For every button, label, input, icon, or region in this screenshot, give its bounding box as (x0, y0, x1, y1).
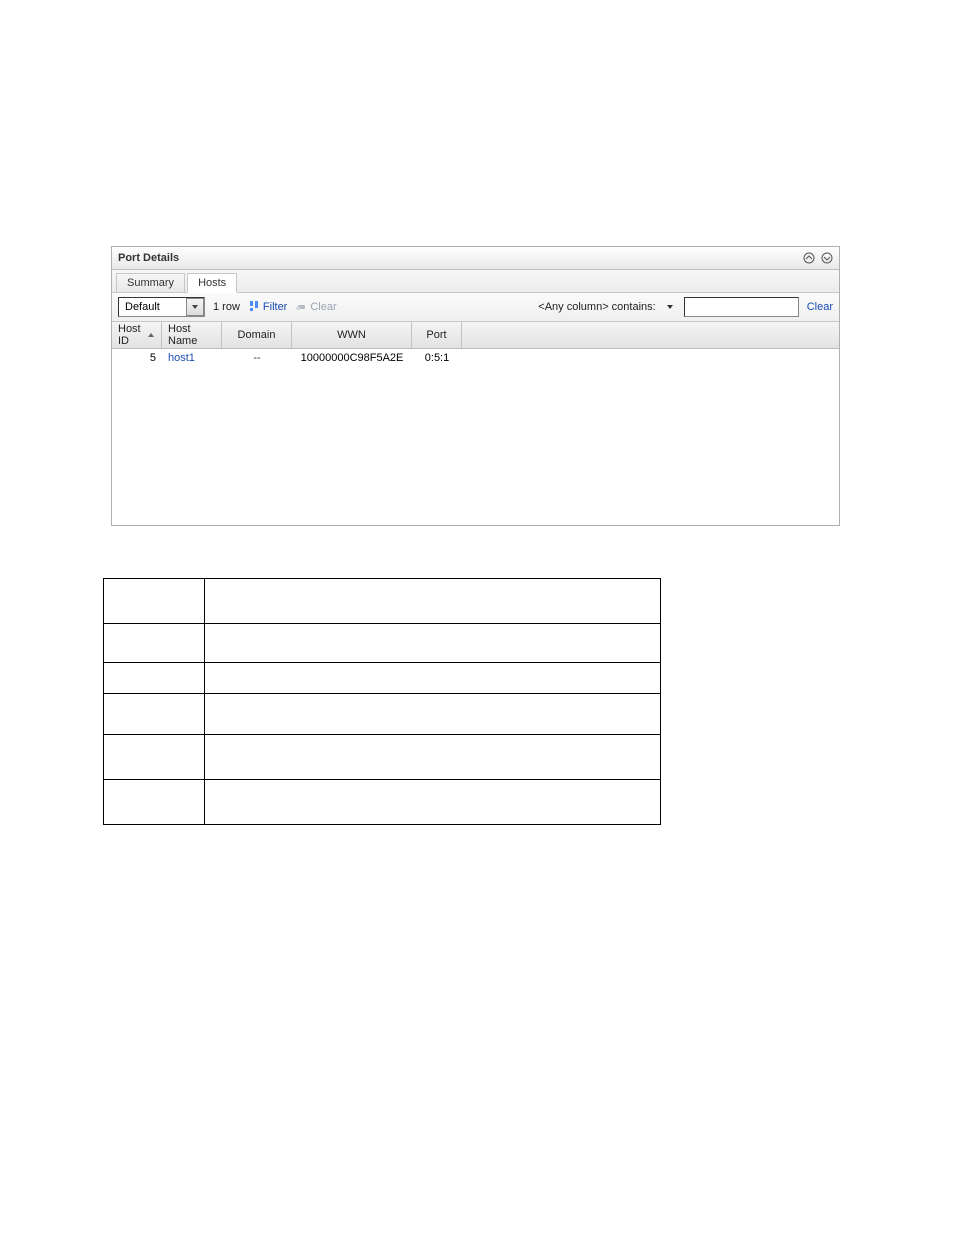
col-host-id[interactable]: Host ID (112, 322, 162, 348)
col-wwn[interactable]: WWN (292, 322, 412, 348)
cell-wwn: 10000000C98F5A2E (292, 351, 412, 365)
clear-filter-button[interactable]: Clear (295, 300, 336, 315)
cell-port: 0:5:1 (412, 351, 462, 365)
description-cell-value (205, 579, 660, 623)
hosts-grid: Host ID Host Name Domain WWN Port 5 host… (112, 322, 839, 368)
search-input[interactable] (684, 297, 799, 317)
col-host-name[interactable]: Host Name (162, 322, 222, 348)
description-cell-key (104, 624, 205, 662)
col-host-name-label: Host Name (168, 323, 215, 347)
table-row[interactable]: 5 host1 -- 10000000C98F5A2E 0:5:1 (112, 349, 839, 368)
description-row (104, 735, 660, 780)
search-column-label: <Any column> contains: (538, 301, 655, 313)
tab-hosts[interactable]: Hosts (187, 273, 237, 293)
description-row (104, 780, 660, 824)
filter-icon (248, 300, 260, 315)
view-select[interactable]: Default (118, 297, 205, 317)
description-row (104, 579, 660, 624)
description-cell-value (205, 624, 660, 662)
help-icon[interactable] (821, 252, 833, 264)
description-row (104, 624, 660, 663)
col-filler (462, 322, 839, 348)
cell-domain: -- (222, 351, 292, 365)
col-port[interactable]: Port (412, 322, 462, 348)
port-details-panel: Port Details Summary Hosts Default 1 row… (111, 246, 840, 526)
sort-asc-icon (147, 331, 155, 339)
description-cell-value (205, 694, 660, 734)
description-table (103, 578, 661, 825)
filter-button[interactable]: Filter (248, 300, 287, 315)
description-cell-key (104, 694, 205, 734)
tab-strip: Summary Hosts (112, 270, 839, 293)
col-wwn-label: WWN (337, 329, 366, 341)
description-cell-key (104, 780, 205, 824)
view-select-value: Default (119, 298, 186, 316)
description-cell-value (205, 780, 660, 824)
search-column-dropdown[interactable] (664, 301, 676, 313)
grid-toolbar: Default 1 row Filter Clear <Any column> … (112, 293, 839, 322)
chevron-down-icon[interactable] (186, 298, 204, 316)
eraser-icon (295, 300, 307, 315)
collapse-icon[interactable] (803, 252, 815, 264)
tab-summary[interactable]: Summary (116, 273, 185, 292)
description-row (104, 663, 660, 694)
description-cell-value (205, 735, 660, 779)
row-count-label: 1 row (213, 301, 240, 313)
description-cell-key (104, 735, 205, 779)
filter-label: Filter (263, 301, 287, 313)
description-cell-key (104, 663, 205, 693)
col-domain-label: Domain (238, 329, 276, 341)
clear-filter-label: Clear (310, 301, 336, 313)
panel-title: Port Details (118, 252, 179, 264)
col-domain[interactable]: Domain (222, 322, 292, 348)
host-link[interactable]: host1 (168, 352, 195, 364)
description-row (104, 694, 660, 735)
cell-host-id: 5 (112, 351, 162, 365)
cell-host-name: host1 (162, 351, 222, 365)
description-cell-key (104, 579, 205, 623)
panel-header: Port Details (112, 247, 839, 270)
clear-search-button[interactable]: Clear (807, 301, 833, 313)
grid-header-row: Host ID Host Name Domain WWN Port (112, 322, 839, 349)
col-port-label: Port (426, 329, 446, 341)
col-host-id-label: Host ID (118, 323, 143, 347)
description-cell-value (205, 663, 660, 693)
